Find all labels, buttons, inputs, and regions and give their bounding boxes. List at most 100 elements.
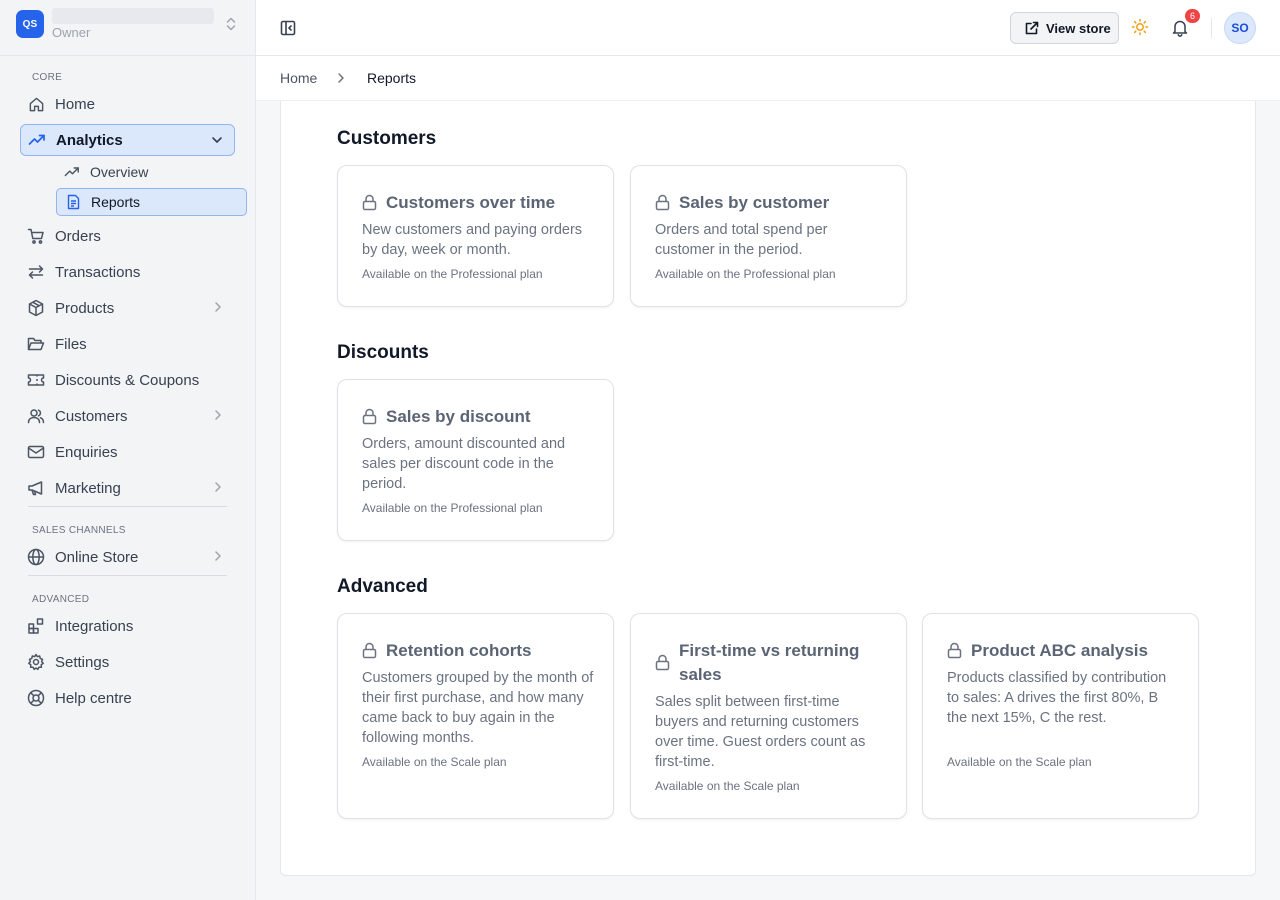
report-card-description: Customers grouped by the month of their … [362,670,594,746]
store-switcher[interactable]: QS Owner [0,0,256,56]
mail-icon [27,443,45,461]
report-card-plan: Available on the Professional plan [655,267,836,281]
report-card-title: Sales by discount [386,407,531,426]
report-card-description: New customers and paying orders by day, … [362,222,583,258]
report-card-title: Product ABC analysis [971,641,1148,660]
blocks-icon [27,617,45,635]
report-card-customers-over-time[interactable]: Customers over time New customers and pa… [337,165,614,307]
sidebar-item-marketing[interactable]: Marketing [20,472,235,504]
megaphone-icon [27,479,45,497]
topbar-separator [1211,18,1212,38]
sidebar-item-products[interactable]: Products [20,292,235,324]
notification-count-badge: 6 [1185,9,1200,23]
sidebar-item-label: Discounts & Coupons [55,371,200,389]
view-store-button[interactable]: View store [1010,12,1119,44]
package-icon [27,299,45,317]
sidebar-subitem-overview[interactable]: Overview [56,158,247,186]
users-icon [27,407,45,425]
lock-icon [655,654,670,671]
sidebar-item-label: Analytics [56,131,123,149]
section-title-discounts: Discounts [337,342,429,363]
sidebar-item-label: Online Store [55,548,139,566]
chevrons-up-down-icon [224,16,238,32]
file-text-icon [65,194,81,210]
sidebar-item-enquiries[interactable]: Enquiries [20,436,235,468]
sidebar-item-files[interactable]: Files [20,328,235,360]
sidebar-item-discounts[interactable]: Discounts & Coupons [20,364,235,396]
sidebar-item-settings[interactable]: Settings [20,646,235,678]
lock-icon [655,194,670,211]
external-link-icon [1024,20,1040,36]
view-store-label: View store [1046,20,1111,36]
sidebar-item-home[interactable]: Home [20,88,235,120]
lock-icon [362,408,377,425]
report-card-plan: Available on the Professional plan [362,267,543,281]
folder-open-icon [27,335,45,353]
gear-icon [27,653,45,671]
report-card-retention-cohorts[interactable]: Retention cohorts Customers grouped by t… [337,613,614,819]
store-role: Owner [52,25,91,40]
report-card-plan: Available on the Scale plan [362,755,507,769]
chevron-right-icon [211,408,225,422]
report-card-description: Sales split between first-time buyers an… [655,694,866,770]
shopping-cart-icon [27,227,45,245]
life-buoy-icon [27,689,45,707]
section-label-core: CORE [32,72,63,83]
report-card-plan: Available on the Scale plan [655,779,800,793]
sidebar-item-label: Integrations [55,617,134,635]
section-label-advanced: ADVANCED [32,594,90,605]
sidebar-item-label: Customers [55,407,128,425]
sidebar-item-analytics[interactable]: Analytics [20,124,235,156]
sidebar-item-online-store[interactable]: Online Store [20,541,235,573]
report-card-description: Orders, amount discounted and sales per … [362,436,566,492]
sidebar-toggle-icon[interactable] [278,18,298,38]
section-title-customers: Customers [337,128,437,149]
breadcrumb-home-link[interactable]: Home [280,70,317,86]
report-card-title: First-time vs returning sales [679,641,860,684]
report-card-description: Products classified by contribution to s… [947,670,1167,726]
report-card-description: Orders and total spend per customer in t… [655,222,828,258]
sidebar-item-customers[interactable]: Customers [20,400,235,432]
report-card-sales-by-discount[interactable]: Sales by discount Orders, amount discoun… [337,379,614,541]
sidebar-item-label: Marketing [55,479,121,497]
lock-icon [362,194,377,211]
sidebar-item-help[interactable]: Help centre [20,682,235,714]
sidebar-item-label: Home [55,95,96,113]
sidebar: QS Owner CORE Home Analytics Overview Re… [0,0,256,900]
sun-icon[interactable] [1131,18,1149,36]
sidebar-item-orders[interactable]: Orders [20,220,235,252]
globe-icon [27,548,45,566]
section-label-sales-channels: SALES CHANNELS [32,525,126,536]
report-card-sales-by-customer[interactable]: Sales by customer Orders and total spend… [630,165,907,307]
sidebar-subitem-reports[interactable]: Reports [56,188,247,216]
report-card-title: Sales by customer [679,193,830,212]
lock-icon [947,642,962,659]
sidebar-item-label: Help centre [55,689,132,707]
chevron-down-icon [210,133,224,147]
report-card-product-abc-analysis[interactable]: Product ABC analysis Products classified… [922,613,1199,819]
trending-up-icon [64,164,80,180]
store-logo: QS [16,10,44,38]
sidebar-item-label: Enquiries [55,443,118,461]
breadcrumb-current: Reports [367,70,417,86]
report-card-first-time-vs-returning[interactable]: First-time vs returning sales Sales spli… [630,613,907,819]
sidebar-item-label: Files [55,335,87,353]
sidebar-item-label: Products [55,299,115,317]
sidebar-item-label: Transactions [55,263,141,281]
sidebar-item-transactions[interactable]: Transactions [20,256,235,288]
sidebar-item-integrations[interactable]: Integrations [20,610,235,642]
sidebar-item-label: Settings [55,653,110,671]
user-avatar[interactable]: SO [1224,12,1256,44]
report-card-plan: Available on the Professional plan [362,501,543,515]
sidebar-divider [28,506,227,507]
topbar: View store 6 SO [256,0,1280,56]
sidebar-item-label: Orders [55,227,101,245]
sidebar-divider [28,575,227,576]
arrows-left-right-icon [27,263,45,281]
sidebar-item-label: Reports [91,194,141,210]
lock-icon [362,642,377,659]
sidebar-item-label: Overview [90,164,149,180]
home-icon [27,95,45,113]
chevron-right-icon [211,300,225,314]
report-card-title: Customers over time [386,193,556,212]
